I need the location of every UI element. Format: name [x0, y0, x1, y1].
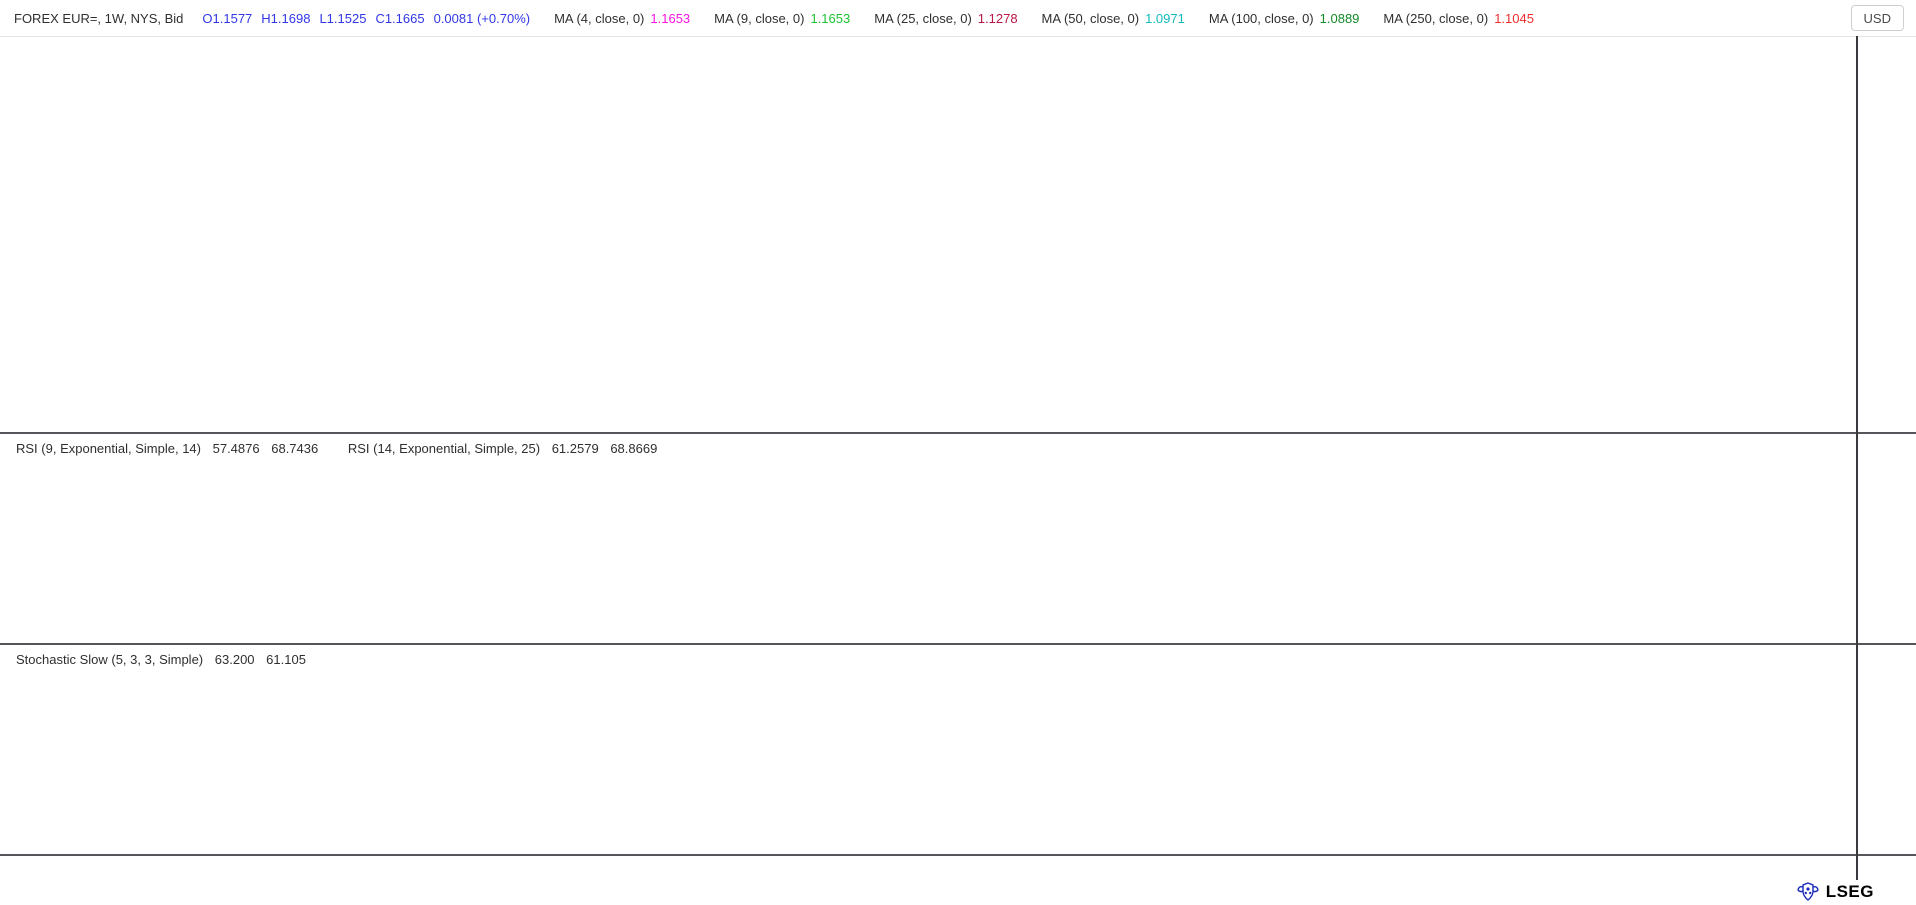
lseg-crest-icon [1795, 881, 1821, 903]
rsi-value-2: 68.7436 [271, 441, 318, 456]
ma-legend-item: MA (100, close, 0)1.0889 [1209, 11, 1360, 26]
instrument-label: FOREX EUR=, 1W, NYS, Bid [14, 11, 183, 26]
chart-window: FOREX EUR=, 1W, NYS, Bid O1.1577 H1.1698 L… [0, 0, 1916, 905]
rsi-value-1: 57.4876 [213, 441, 260, 456]
ma-legend: MA (4, close, 0)1.1653 MA (9, close, 0)1.… [530, 11, 1534, 26]
ohlc-segment: H1.1698 [261, 11, 310, 26]
rsi-value-3: 61.2579 [552, 441, 599, 456]
rsi-value-4: 68.8669 [610, 441, 657, 456]
stoch-k-value: 63.200 [215, 652, 255, 667]
ma-legend-item: MA (25, close, 0)1.1278 [874, 11, 1017, 26]
rsi-legend: RSI (9, Exponential, Simple, 14) 57.4876… [10, 440, 663, 457]
stoch-d-value: 61.105 [266, 652, 306, 667]
ohlc-values: O1.1577 H1.1698 L1.1525 C1.1665 0.0081 (+0.7… [193, 11, 530, 26]
time-axis[interactable] [0, 856, 1856, 880]
ohlc-segment: 0.0081 (+0.70%) [434, 11, 530, 26]
ma-legend-item: MA (250, close, 0)1.1045 [1383, 11, 1534, 26]
ma-legend-item: MA (50, close, 0)1.0971 [1042, 11, 1185, 26]
chart-legend-bar: FOREX EUR=, 1W, NYS, Bid O1.1577 H1.1698 L… [0, 0, 1916, 37]
price-pane-canvas[interactable] [0, 36, 1856, 432]
ohlc-segment: L1.1525 [319, 11, 366, 26]
rsi-label-2: RSI (14, Exponential, Simple, 25) [348, 441, 540, 456]
stoch-label: Stochastic Slow (5, 3, 3, Simple) [16, 652, 203, 667]
footer-bar: LSEG [0, 880, 1916, 905]
lseg-wordmark: LSEG [1826, 882, 1874, 902]
ma-legend-item: MA (4, close, 0)1.1653 [554, 11, 690, 26]
stochastic-legend: Stochastic Slow (5, 3, 3, Simple) 63.200… [10, 651, 312, 668]
rsi-label-1: RSI (9, Exponential, Simple, 14) [16, 441, 201, 456]
ohlc-segment: C1.1665 [375, 11, 424, 26]
price-axis-line [1856, 36, 1858, 880]
rsi-pane-canvas[interactable] [0, 434, 1856, 643]
currency-button[interactable]: USD [1851, 5, 1904, 31]
stoch-pane-canvas[interactable] [0, 645, 1856, 854]
lseg-logo: LSEG [1795, 881, 1874, 903]
ohlc-segment: O1.1577 [202, 11, 252, 26]
ma-legend-item: MA (9, close, 0)1.1653 [714, 11, 850, 26]
